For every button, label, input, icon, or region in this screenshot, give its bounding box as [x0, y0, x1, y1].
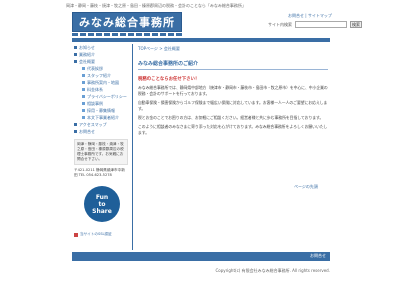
column-divider	[132, 44, 133, 250]
sidebar-item-partners[interactable]: 本文下事業者紹介	[74, 114, 128, 121]
bullet-icon	[82, 102, 85, 105]
badge-line: Share	[92, 207, 112, 215]
sidebar-item-label: アクセスマップ	[79, 121, 107, 127]
sidebar-item-fees[interactable]: 料金体系	[74, 86, 128, 93]
search-label: サイト内検索	[268, 21, 292, 27]
bullet-icon	[82, 81, 85, 84]
sidebar-item-access[interactable]: アクセスマップ	[74, 121, 128, 128]
bullet-icon	[74, 53, 77, 56]
page-top-link[interactable]: ページの先頭	[294, 184, 318, 190]
sidebar-info-box: 岡津・静岡・藤枝・焼津・牧之原・島田・榛原郡周辺の税理士事務所です。お気軽にお問…	[74, 139, 128, 165]
section-heading: 税務のことならお任せ下さい！	[138, 77, 200, 82]
page: 岡津・静岡・藤枝・焼津・牧之原・島田・榛原郡周辺の税務・会計のことなら「みなみ総…	[0, 0, 400, 300]
paragraph: 自動車保険・損害保険からゴルフ保険まで幅広い保険に対応しています。お客様一人一人…	[138, 100, 328, 111]
footer-contact-link[interactable]: お問合せ	[310, 253, 326, 259]
breadcrumb[interactable]: TOPページ > 会社概要	[138, 46, 328, 52]
sidebar-item-label: 会社概要	[79, 58, 95, 64]
logo-text: みなみ総合事務所	[79, 16, 175, 29]
paragraph: 税とお金のことでお困りの方は、お気軽にご相談ください。経営者様と共に歩む事務所を…	[138, 115, 324, 120]
sidebar-item-label: お知らせ	[79, 44, 95, 50]
sidebar-item-news[interactable]: お知らせ	[74, 44, 128, 51]
sidebar-item-label: 本文下事業者紹介	[87, 114, 119, 120]
bullet-icon	[74, 123, 77, 126]
ssl-link[interactable]: 当サイトのSSL認証	[74, 232, 128, 237]
badge-line: to	[98, 200, 106, 208]
sidebar-address: 〒421-0211 静岡県焼津市中新田 TEL 054-623-5278	[74, 168, 125, 177]
fun-to-share-badge[interactable]: Fun to Share	[84, 186, 120, 222]
bullet-icon	[82, 88, 85, 91]
site-search: サイト内検索 検索	[268, 21, 362, 28]
paragraph: このように相談者のみなさまに寄り添った対応を心がけております。みなみ総合事務所を…	[138, 124, 328, 135]
sidebar-item-label: 業務紹介	[79, 51, 95, 57]
header-tagline: 岡津・静岡・藤枝・焼津・牧之原・島田・榛原郡周辺の税務・会計のことなら「みなみ総…	[66, 3, 246, 8]
bullet-icon	[82, 74, 85, 77]
sidebar-item-greeting[interactable]: 代表挨拶	[74, 65, 128, 72]
sidebar-item-recruit[interactable]: 採用・募集情報	[74, 107, 128, 114]
paragraph: みなみ総合事務所では、静岡県中部地方（焼津市・静岡市・藤枝市・島田市・牧之原市）…	[138, 85, 328, 96]
ssl-link-label: 当サイトのSSL認証	[80, 232, 112, 236]
bullet-icon	[82, 95, 85, 98]
sidebar-item-office-map[interactable]: 事務所案内・地図	[74, 79, 128, 86]
badge-line: Fun	[95, 193, 109, 201]
bullet-icon	[74, 46, 77, 49]
sidebar-item-label: プライバシーポリシー	[87, 93, 127, 99]
sidebar-item-label: 事務所案内・地図	[87, 79, 119, 85]
nav-bar	[72, 38, 330, 42]
bullet-icon	[82, 116, 85, 119]
main-content: TOPページ > 会社概要 みなみ総合事務所のご紹介 税務のことならお任せ下さい…	[138, 46, 328, 136]
sidebar-item-label: 採用・募集情報	[87, 107, 115, 113]
sidebar-item-services[interactable]: 業務紹介	[74, 51, 128, 58]
sidebar: お知らせ 業務紹介 会社概要 代表挨拶 スタッフ紹介 事務所案内・地図 料金体系…	[74, 44, 128, 237]
sidebar-item-company[interactable]: 会社概要	[74, 58, 128, 65]
bullet-icon	[74, 60, 77, 63]
sidebar-item-label: 代表挨拶	[87, 65, 103, 71]
sidebar-item-label: スタッフ紹介	[87, 72, 111, 78]
util-links[interactable]: お問合せ | サイトマップ	[288, 13, 332, 19]
page-title: みなみ総合事務所のご紹介	[138, 60, 328, 70]
search-button[interactable]: 検索	[350, 21, 362, 28]
sidebar-item-label: お問合せ	[79, 128, 95, 134]
logo-stripes	[72, 33, 182, 36]
sidebar-item-label: 料金体系	[87, 86, 103, 92]
sidebar-item-staff[interactable]: スタッフ紹介	[74, 72, 128, 79]
bullet-icon	[82, 67, 85, 70]
bullet-icon	[82, 109, 85, 112]
ssl-icon	[74, 232, 78, 237]
sidebar-item-privacy[interactable]: プライバシーポリシー	[74, 93, 128, 100]
sidebar-item-label: 相談事例	[87, 100, 103, 106]
bullet-icon	[74, 130, 77, 133]
sidebar-item-cases[interactable]: 相談事例	[74, 100, 128, 107]
search-input[interactable]	[295, 21, 347, 28]
sidebar-item-contact[interactable]: お問合せ	[74, 128, 128, 135]
site-logo[interactable]: みなみ総合事務所	[72, 12, 182, 32]
footer-bar: お問合せ	[72, 252, 330, 261]
copyright: Copyright(c) 有限会社みなみ総合事務所. All rights re…	[215, 268, 330, 273]
